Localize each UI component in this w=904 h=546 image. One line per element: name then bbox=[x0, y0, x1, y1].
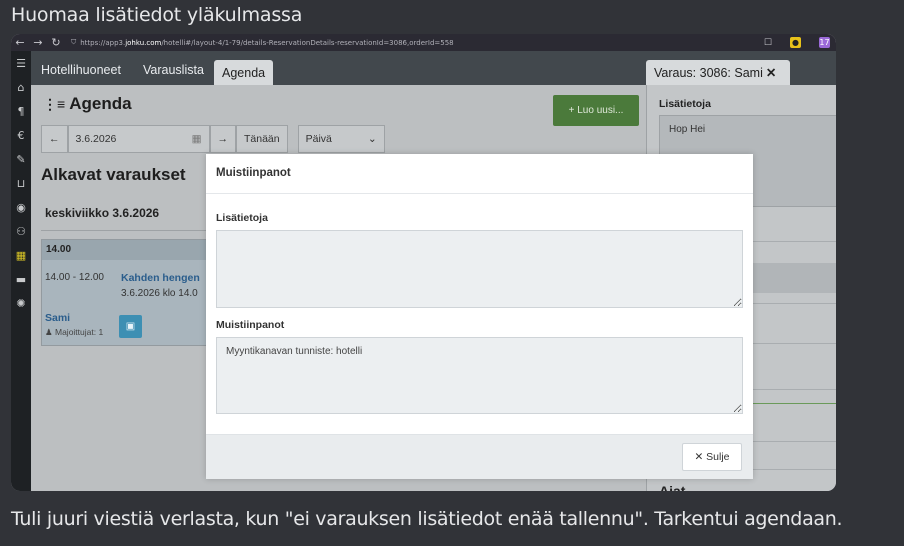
room-arrival: 3.6.2026 klo 14.0 bbox=[121, 288, 198, 299]
modal-title: Muistiinpanot bbox=[206, 154, 753, 194]
reload-icon[interactable]: ↻ bbox=[47, 36, 65, 49]
chevron-down-icon: ⌄ bbox=[367, 133, 377, 145]
day-heading: keskiviikko 3.6.2026 bbox=[45, 206, 160, 220]
brush-icon[interactable]: ✎ bbox=[11, 149, 31, 171]
forward-icon[interactable]: → bbox=[29, 36, 47, 49]
view-select[interactable]: Päivä ⌄ bbox=[297, 125, 385, 153]
user-icon: ♟ bbox=[45, 327, 53, 337]
page-title: ⋮≡ Agenda bbox=[43, 94, 132, 113]
section-title: Alkavat varaukset bbox=[41, 165, 186, 184]
address-bar[interactable]: ⛉ https://app3.johku.com/hotelli#/layout… bbox=[71, 38, 681, 47]
euro-icon[interactable]: € bbox=[11, 125, 31, 147]
close-button[interactable]: ✕ Sulje bbox=[682, 443, 742, 471]
additional-info-textarea[interactable] bbox=[216, 230, 743, 308]
ordered-list-icon: ⋮≡ bbox=[43, 96, 66, 112]
group-icon[interactable]: ⚇ bbox=[11, 221, 31, 243]
prev-day-button[interactable]: ← bbox=[41, 125, 68, 153]
hour-header: 14.00 bbox=[42, 240, 210, 260]
cart-icon[interactable]: ⊔ bbox=[11, 173, 31, 195]
restaurant-icon[interactable]: ¶ bbox=[11, 101, 31, 123]
message-text-bottom: Tuli juuri viestiä verlasta, kun "ei var… bbox=[11, 508, 843, 530]
menu-icon[interactable]: ☰ bbox=[11, 53, 31, 75]
bookmark-icon[interactable]: ☐ bbox=[764, 38, 772, 48]
extension-icon[interactable]: ● bbox=[790, 37, 801, 48]
extension-badge[interactable]: 17 bbox=[819, 37, 830, 48]
message-text-top: Huomaa lisätiedot yläkulmassa bbox=[11, 4, 303, 26]
calendar-icon[interactable]: ▦ bbox=[11, 245, 31, 267]
guest-link[interactable]: Sami bbox=[45, 312, 70, 324]
info-label: Lisätietoja bbox=[659, 98, 711, 110]
occupants: ♟ Majoittujat: 1 bbox=[45, 327, 104, 337]
url-host: johku.com bbox=[125, 38, 162, 47]
reservation-tab-label: Varaus: 3086: Sami bbox=[654, 66, 763, 80]
close-icon[interactable]: ✕ bbox=[766, 66, 776, 80]
back-icon[interactable]: ← bbox=[11, 36, 29, 49]
tab-reservation[interactable]: Varaus: 3086: Sami ✕ bbox=[646, 60, 790, 85]
shield-icon: ⛉ bbox=[71, 38, 77, 46]
screenshot-attachment[interactable]: ← → ↻ ⛉ https://app3.johku.com/hotelli#/… bbox=[11, 34, 836, 491]
tab-bar: Hotellihuoneet Varauslista Agenda Varaus… bbox=[31, 51, 836, 85]
home-icon[interactable]: ⌂ bbox=[11, 77, 31, 99]
notes-textarea[interactable] bbox=[216, 337, 743, 414]
calendar-icon: ▦ bbox=[191, 133, 202, 145]
notes-modal: Muistiinpanot Lisätietoja Muistiinpanot … bbox=[206, 154, 753, 479]
notes-label: Muistiinpanot bbox=[216, 319, 285, 331]
today-button[interactable]: Tänään bbox=[236, 125, 288, 153]
tab-agenda[interactable]: Agenda bbox=[214, 60, 274, 85]
date-controls: ← 3.6.2026 ▦ → Tänään Päivä ⌄ bbox=[41, 125, 385, 153]
url-prefix: https://app3. bbox=[80, 38, 126, 47]
tab-hotellihuoneet[interactable]: Hotellihuoneet bbox=[33, 60, 129, 85]
room-link[interactable]: Kahden hengen bbox=[121, 272, 200, 284]
modal-footer: ✕ Sulje bbox=[206, 434, 753, 479]
date-input[interactable]: 3.6.2026 ▦ bbox=[67, 125, 210, 153]
url-rest: /hotelli#/layout-4/1-79/details-Reservat… bbox=[161, 38, 454, 47]
settings-icon[interactable]: ✺ bbox=[11, 293, 31, 315]
tab-varauslista[interactable]: Varauslista bbox=[135, 60, 212, 85]
new-button[interactable]: + Luo uusi... bbox=[553, 95, 639, 126]
note-icon[interactable]: ▣ bbox=[119, 315, 142, 338]
times-heading: Ajat bbox=[659, 483, 686, 491]
app-sidebar: ☰ ⌂ ¶ € ✎ ⊔ ◉ ⚇ ▦ ▬ ✺ bbox=[11, 51, 31, 491]
reservation-card[interactable]: 14.00 14.00 - 12.00 Kahden hengen 3.6.20… bbox=[41, 239, 211, 346]
time-range: 14.00 - 12.00 bbox=[45, 272, 104, 283]
bed-icon[interactable]: ▬ bbox=[11, 269, 31, 291]
next-day-button[interactable]: → bbox=[209, 125, 236, 153]
browser-toolbar: ← → ↻ ⛉ https://app3.johku.com/hotelli#/… bbox=[11, 34, 836, 51]
globe-icon[interactable]: ◉ bbox=[11, 197, 31, 219]
additional-info-label: Lisätietoja bbox=[216, 212, 268, 224]
